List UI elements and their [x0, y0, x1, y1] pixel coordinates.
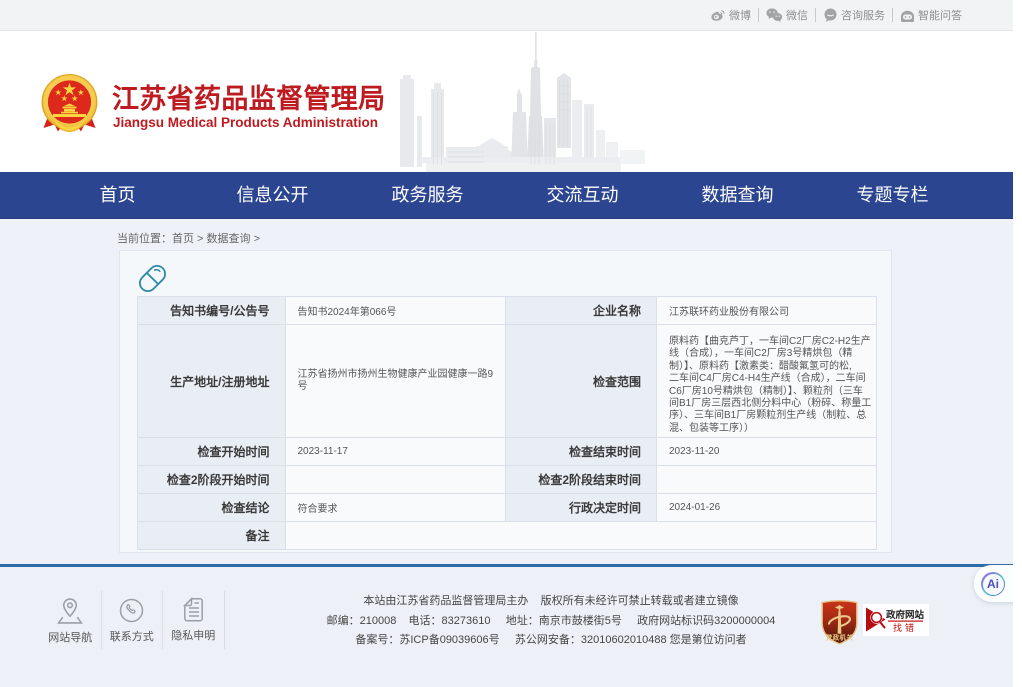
- svg-text:找错: 找错: [893, 622, 917, 633]
- svg-text:政府网站: 政府网站: [886, 609, 925, 621]
- svg-text:党政机关: 党政机关: [826, 633, 854, 642]
